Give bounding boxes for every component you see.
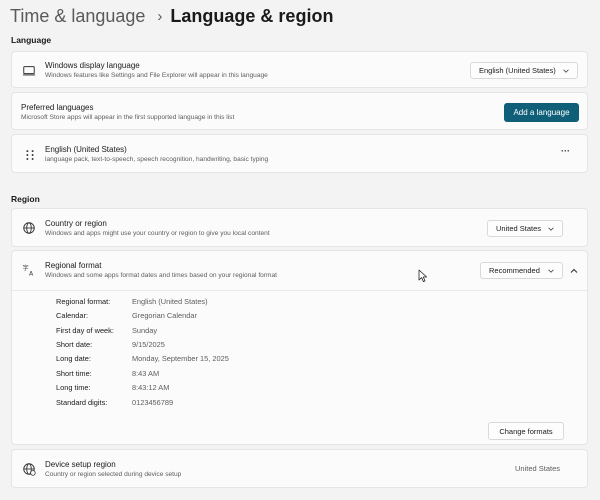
drag-handle-icon[interactable] — [23, 148, 37, 162]
device-setup-title: Device setup region — [45, 460, 116, 469]
device-setup-card: Device setup region Country or region se… — [11, 449, 588, 488]
regional-format-title: Regional format — [45, 261, 102, 270]
display-language-card: Windows display language Windows feature… — [11, 51, 588, 88]
format-detail-value: Sunday — [132, 326, 158, 335]
format-detail-value: 0123456789 — [132, 398, 174, 407]
format-detail-value: English (United States) — [132, 297, 208, 306]
preferred-languages-card: Preferred languages Microsoft Store apps… — [11, 92, 588, 130]
region-section-title: Region — [11, 194, 40, 204]
globe-icon — [23, 222, 35, 234]
regional-format-header[interactable]: 字 A Regional format Windows and some app… — [12, 251, 587, 290]
more-options-button[interactable]: ··· — [561, 146, 570, 156]
country-region-dropdown[interactable]: United States — [487, 220, 563, 237]
language-item-title: English (United States) — [45, 145, 127, 154]
format-detail-value: Monday, September 15, 2025 — [132, 354, 229, 363]
format-detail-label: Short date: — [56, 340, 93, 349]
chevron-down-icon — [548, 269, 554, 273]
chevron-up-icon[interactable] — [569, 266, 579, 276]
regional-format-subtitle: Windows and some apps format dates and t… — [45, 272, 278, 279]
svg-text:字: 字 — [22, 264, 28, 272]
display-language-selected: English (United States) — [479, 66, 556, 75]
device-setup-subtitle: Country or region selected during device… — [45, 471, 182, 478]
preferred-languages-title: Preferred languages — [21, 103, 94, 112]
change-formats-button[interactable]: Change formats — [488, 422, 564, 440]
language-item-subtitle: language pack, text-to-speech, speech re… — [45, 156, 269, 163]
format-detail-label: Regional format: — [56, 297, 111, 306]
device-setup-value: United States — [515, 464, 561, 473]
display-language-subtitle: Windows features like Settings and File … — [45, 72, 268, 79]
country-region-title: Country or region — [45, 219, 107, 228]
format-detail-label: Long date: — [56, 354, 91, 363]
format-detail-label: Long time: — [56, 383, 91, 392]
page-title: Language & region — [170, 5, 334, 26]
preferred-languages-subtitle: Microsoft Store apps will appear in the … — [21, 114, 235, 121]
format-detail-value: 8:43 AM — [132, 369, 160, 378]
format-detail-label: Calendar: — [56, 311, 89, 320]
format-detail-label: First day of week: — [56, 326, 114, 335]
country-region-subtitle: Windows and apps might use your country … — [45, 230, 270, 237]
add-language-button[interactable]: Add a language — [504, 103, 579, 122]
regional-format-selected: Recommended — [489, 266, 540, 275]
display-language-dropdown[interactable]: English (United States) — [470, 62, 578, 79]
regional-format-card: 字 A Regional format Windows and some app… — [11, 250, 588, 445]
globe-setup-icon — [23, 463, 36, 476]
format-detail-value: 9/15/2025 — [132, 340, 165, 349]
display-language-title: Windows display language — [45, 61, 140, 70]
format-detail-value: 8:43:12 AM — [132, 383, 170, 392]
breadcrumb: Time & language › Language & region — [10, 4, 333, 28]
format-detail-value: Gregorian Calendar — [132, 311, 197, 320]
breadcrumb-parent[interactable]: Time & language — [10, 6, 145, 27]
regional-format-dropdown[interactable]: Recommended — [480, 262, 563, 279]
country-region-card: Country or region Windows and apps might… — [11, 208, 588, 247]
format-detail-label: Standard digits: — [56, 398, 108, 407]
format-detail-label: Short time: — [56, 369, 92, 378]
svg-text:A: A — [29, 271, 34, 277]
chevron-down-icon — [563, 69, 569, 73]
mouse-cursor-icon — [418, 269, 428, 283]
monitor-icon — [22, 66, 36, 76]
chevron-down-icon — [548, 227, 554, 231]
language-section-title: Language — [11, 35, 52, 45]
breadcrumb-separator: › — [157, 7, 163, 25]
divider — [12, 290, 587, 291]
country-region-selected: United States — [496, 224, 542, 233]
language-list-item[interactable]: English (United States) language pack, t… — [11, 134, 588, 173]
language-format-icon: 字 A — [22, 264, 34, 277]
